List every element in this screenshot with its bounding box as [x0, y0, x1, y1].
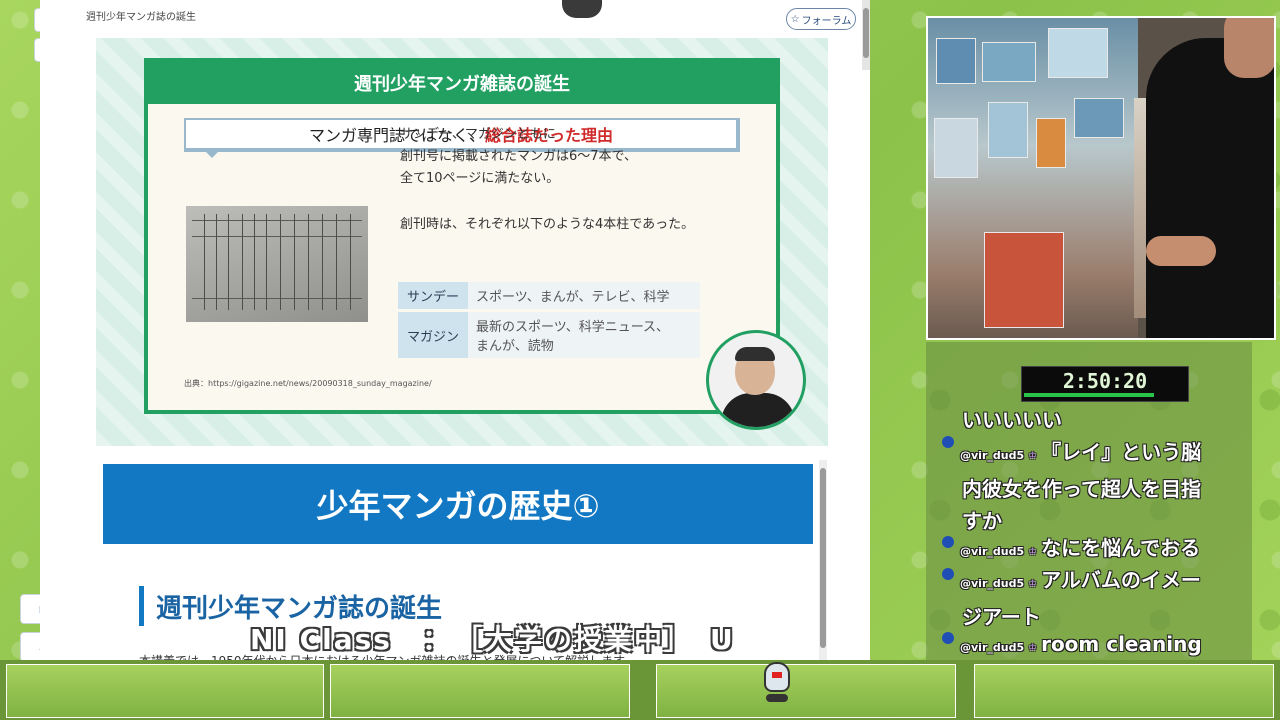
mascot-sprite-top — [562, 0, 602, 18]
crown-icon: ♔ — [1028, 451, 1038, 462]
timer-progress — [1024, 393, 1154, 397]
table-value: スポーツ、まんが、テレビ、科学 — [468, 282, 700, 311]
slide-table: サンデー スポーツ、まんが、テレビ、科学 マガジン 最新のスポーツ、科学ニュース… — [398, 282, 700, 358]
inner-scrollbar[interactable] — [819, 460, 827, 660]
timer-text: 2:50:20 — [1062, 369, 1148, 393]
table-key: マガジン — [398, 309, 468, 358]
slide-para1-line1: サンデー、マガジンともに — [400, 127, 556, 142]
follow-button-label: フォーラム — [801, 15, 852, 27]
follow-button[interactable]: ☆ フォーラム — [786, 8, 856, 30]
chat-username: @vir_dud5 — [960, 449, 1025, 462]
bottom-panel-4 — [974, 664, 1274, 718]
slide-para2: 創刊時は、それぞれ以下のような4本柱であった。 — [400, 217, 695, 232]
table-row: マガジン 最新のスポーツ、科学ニュース、 まんが、読物 — [398, 309, 700, 358]
document-photo — [186, 206, 368, 322]
chat-message: いいいいい — [962, 408, 1062, 432]
chat-message: @vir_dud5 ♔ アルバムのイメー ジアート — [960, 568, 1201, 629]
crown-icon: ♔ — [1028, 579, 1038, 590]
slide: 週刊少年マンガ雑誌の誕生 マンガ専門誌ではなく、 総合誌だった理由 サンデー、マ… — [144, 58, 780, 414]
slide-header: 週刊少年マンガ雑誌の誕生 — [148, 62, 776, 104]
star-icon: ☆ — [790, 13, 800, 25]
stream-timer: 2:50:20 — [1021, 366, 1189, 402]
chat-message: @vir_dud5 ♔ 『レイ』という脳 内彼女を作って超人を目指 すか — [960, 440, 1202, 533]
table-key: サンデー — [398, 282, 468, 311]
stream-overlay-title: NI Class ： ［大学の授業中］ U — [250, 623, 735, 656]
page-tab-title: 週刊少年マンガ誌の誕生 — [86, 12, 196, 23]
inner-scrollbar-thumb[interactable] — [820, 468, 826, 648]
scrollbar[interactable] — [862, 0, 870, 70]
presenter-avatar — [706, 330, 806, 430]
slide-source: 出典：https://gigazine.net/news/20090318_su… — [184, 379, 432, 388]
scrollbar-thumb[interactable] — [863, 8, 869, 58]
chat-username: @vir_dud5 — [960, 577, 1025, 590]
left-strip: × › 明へ べへ — [0, 0, 64, 662]
bottom-panel-3 — [656, 664, 956, 718]
slide-para1-line2: 創刊号に掲載されたマンガは6～7本で、 — [400, 149, 638, 164]
bottom-panel-2 — [330, 664, 630, 718]
webcam-feed — [926, 16, 1276, 340]
table-row: サンデー スポーツ、まんが、テレビ、科学 — [398, 282, 700, 311]
bottom-panel-1 — [6, 664, 324, 718]
speech-tail — [204, 150, 220, 158]
browser-content: 週刊少年マンガ誌の誕生 ☆ フォーラム 週刊少年マンガ雑誌の誕生 マンガ専門誌で… — [40, 0, 870, 660]
chat-username: @vir_dud5 — [960, 545, 1025, 558]
slide-area: 週刊少年マンガ雑誌の誕生 マンガ専門誌ではなく、 総合誌だった理由 サンデー、マ… — [96, 38, 828, 446]
chat-username: @vir_dud5 — [960, 641, 1025, 654]
section-banner: 少年マンガの歴史① — [103, 464, 813, 544]
slide-para1-line3: 全て10ページに満たない。 — [400, 171, 560, 186]
chat-panel: 2:50:20 いいいいい @vir_dud5 ♔ 『レイ』という脳 内彼女を作って… — [926, 342, 1252, 660]
table-value: 最新のスポーツ、科学ニュース、 まんが、読物 — [468, 309, 700, 358]
mascot-sprite — [756, 654, 796, 720]
